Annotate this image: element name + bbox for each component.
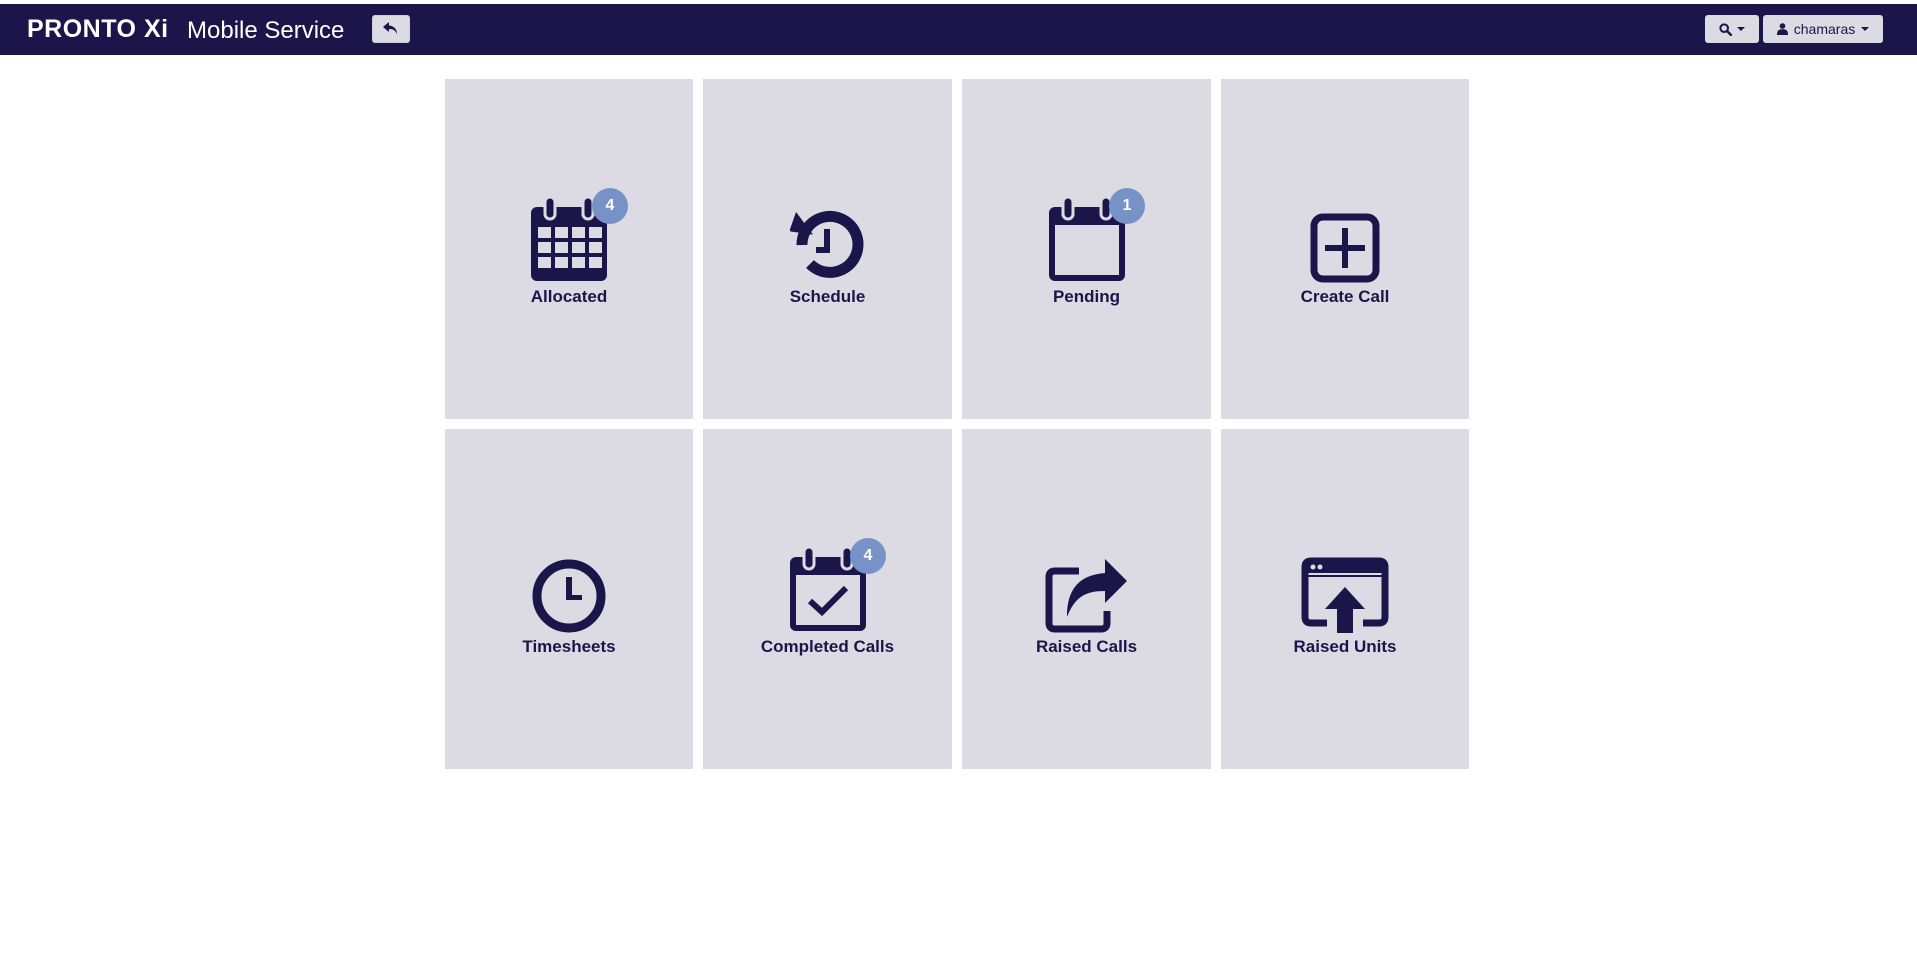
tile-schedule[interactable]: Schedule: [703, 79, 952, 419]
count-badge: 1: [1109, 188, 1145, 224]
clock-icon: [532, 559, 606, 633]
search-icon: [1719, 22, 1732, 36]
tile-completed-calls[interactable]: 4 Completed Calls: [703, 429, 952, 769]
icon-holder: [1290, 543, 1400, 633]
top-navbar: PRONTO Xi Mobile Service chamaras: [0, 4, 1917, 55]
tile-label: Allocated: [530, 287, 608, 306]
icon-holder: [1290, 193, 1400, 283]
username-label: chamaras: [1793, 21, 1856, 37]
tile-label: Schedule: [789, 287, 866, 306]
tile-raised-units[interactable]: Raised Units: [1221, 429, 1469, 769]
tile-label: Raised Units: [1293, 637, 1397, 656]
caret-down-icon: [1861, 27, 1870, 31]
tile-label: Create Call: [1300, 287, 1390, 306]
pronto-logo: PRONTO Xi: [27, 15, 169, 43]
back-button[interactable]: [372, 15, 410, 43]
user-menu-button[interactable]: chamaras: [1763, 15, 1883, 43]
share-square-icon: [1045, 559, 1127, 633]
tile-label: Pending: [1052, 287, 1121, 306]
search-dropdown-button[interactable]: [1705, 15, 1759, 43]
tile-timesheets[interactable]: Timesheets: [445, 429, 693, 769]
app-title: Mobile Service: [187, 17, 345, 44]
icon-holder: [514, 543, 624, 633]
count-badge: 4: [850, 538, 886, 574]
tile-pending[interactable]: 1 Pending: [962, 79, 1211, 419]
reply-icon: [383, 22, 397, 34]
tile-label: Completed Calls: [760, 637, 895, 656]
tile-label: Timesheets: [522, 637, 616, 656]
tile-raised-calls[interactable]: Raised Calls: [962, 429, 1211, 769]
user-icon: [1776, 23, 1788, 35]
count-badge: 4: [592, 188, 628, 224]
caret-down-icon: [1737, 27, 1745, 31]
tile-allocated[interactable]: 4 Allocated: [445, 79, 693, 419]
tile-label: Raised Calls: [1035, 637, 1138, 656]
icon-holder: [1032, 543, 1142, 633]
upload-window-icon: [1301, 557, 1389, 633]
icon-holder: [773, 193, 883, 283]
tile-create-call[interactable]: Create Call: [1221, 79, 1469, 419]
history-icon: [789, 210, 863, 278]
plus-square-icon: [1310, 213, 1380, 283]
